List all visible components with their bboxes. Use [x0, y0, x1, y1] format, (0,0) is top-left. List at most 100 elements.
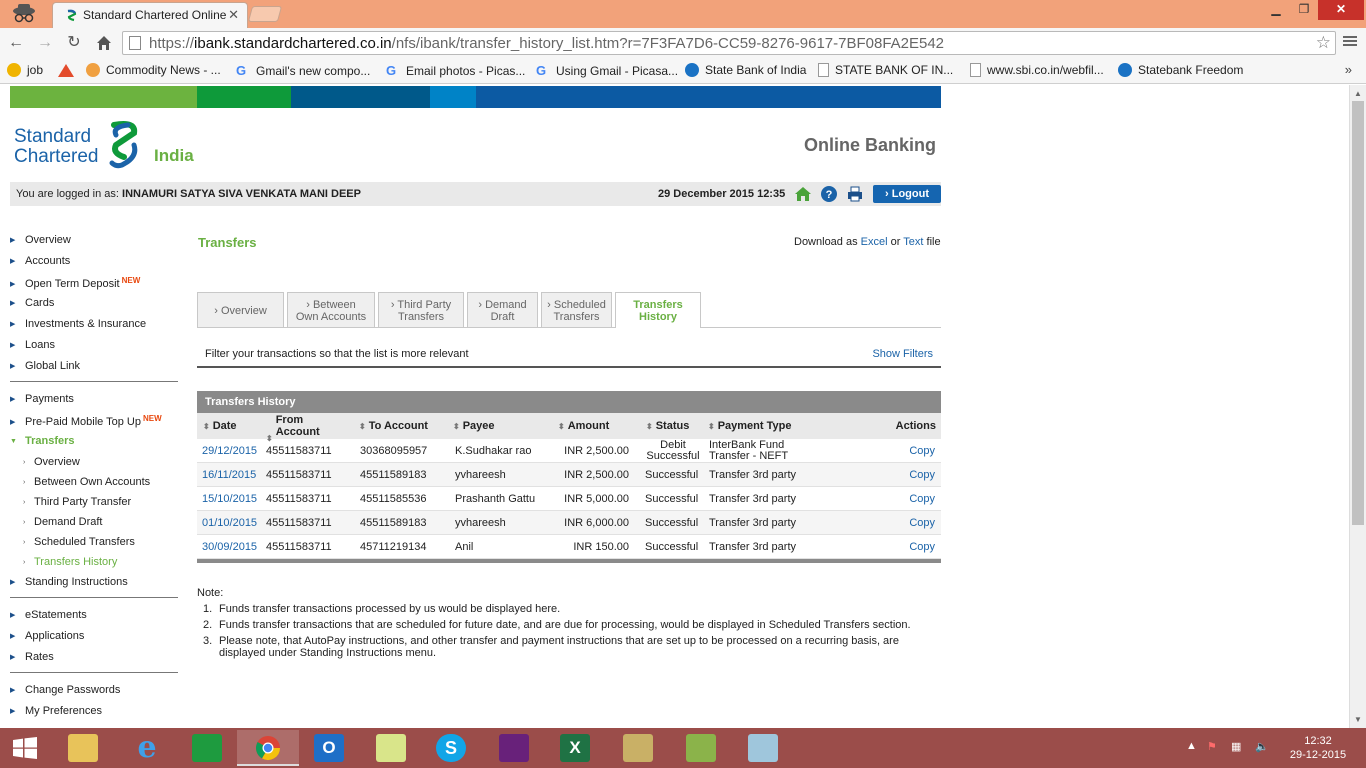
network-icon[interactable]: ▦	[1231, 740, 1241, 753]
nav-accounts[interactable]: ▶ Accounts	[10, 255, 70, 267]
help-icon[interactable]: ?	[820, 185, 838, 203]
download-text-link[interactable]: Text	[903, 236, 923, 248]
nav-third-party-transfer[interactable]: › Third Party Transfer	[23, 496, 131, 508]
logout-button[interactable]: › Logout	[873, 185, 941, 203]
nav-prepaid-mobile-topup[interactable]: ▶ Pre-Paid Mobile Top Up NEW	[10, 414, 162, 428]
row-date-link[interactable]: 01/10/2015	[202, 517, 257, 529]
bookmark-state-bank-of-in[interactable]: STATE BANK OF IN...	[818, 63, 953, 77]
taskbar-sticky-notes[interactable]	[360, 730, 422, 766]
volume-icon[interactable]: 🔈	[1255, 740, 1269, 753]
nav-demand-draft[interactable]: › Demand Draft	[23, 516, 102, 528]
standard-chartered-logo[interactable]: Standard Chartered India	[14, 121, 204, 169]
taskbar-store[interactable]	[176, 730, 238, 766]
row-date-link[interactable]: 16/11/2015	[202, 469, 256, 481]
tab-between-own-accounts[interactable]: › Between Own Accounts	[287, 292, 375, 327]
bookmarks-overflow-button[interactable]: »	[1345, 62, 1352, 77]
home-icon[interactable]	[95, 34, 113, 52]
taskbar-outlook[interactable]: O	[298, 730, 360, 766]
nav-applications[interactable]: ▶ Applications	[10, 630, 84, 642]
taskbar-visual-studio[interactable]	[483, 730, 545, 766]
tab-demand-draft[interactable]: › Demand Draft	[467, 292, 538, 327]
minimize-button[interactable]: ▁	[1262, 0, 1290, 20]
nav-my-preferences[interactable]: ▶ My Preferences	[10, 705, 102, 717]
col-amount[interactable]: ⬍ Amount	[558, 420, 609, 432]
col-actions: Actions	[895, 420, 936, 432]
nav-change-passwords[interactable]: ▶ Change Passwords	[10, 684, 120, 696]
copy-link[interactable]: Copy	[909, 541, 935, 553]
copy-link[interactable]: Copy	[909, 517, 935, 529]
browser-menu-icon[interactable]	[1343, 34, 1357, 50]
nav-between-own-accounts[interactable]: › Between Own Accounts	[23, 476, 150, 488]
taskbar-clipboard[interactable]	[732, 730, 794, 766]
print-icon[interactable]	[846, 185, 864, 203]
new-tab-button[interactable]	[247, 6, 283, 22]
taskbar-internet-explorer[interactable]: e	[116, 730, 178, 766]
nav-transfers-overview[interactable]: › Overview	[23, 456, 80, 468]
nav-payments[interactable]: ▶ Payments	[10, 393, 74, 405]
bookmark-statebank-freedom[interactable]: Statebank Freedom	[1118, 63, 1243, 77]
nav-estatements[interactable]: ▶ eStatements	[10, 609, 87, 621]
row-date-link[interactable]: 29/12/2015	[202, 445, 257, 457]
scroll-down-icon[interactable]: ▼	[1354, 715, 1362, 724]
taskbar-file-explorer[interactable]	[52, 730, 114, 766]
google-icon: G	[236, 63, 247, 78]
bookmark-email-photos[interactable]: G Email photos - Picas...	[386, 63, 525, 78]
nav-overview[interactable]: ▶ Overview	[10, 234, 71, 246]
row-date-link[interactable]: 15/10/2015	[202, 493, 257, 505]
bookmark-commodity-news[interactable]: Commodity News - ...	[86, 63, 221, 77]
address-bar[interactable]: https://ibank.standardchartered.co.in/nf…	[122, 31, 1336, 55]
tab-overview[interactable]: › Overview	[197, 292, 284, 327]
copy-link[interactable]: Copy	[909, 445, 935, 457]
restore-button[interactable]: ❐	[1290, 0, 1318, 20]
col-status[interactable]: ⬍ Status	[646, 420, 689, 432]
nav-open-term-deposit[interactable]: ▶ Open Term Deposit NEW	[10, 276, 140, 290]
taskbar-excel[interactable]: X	[544, 730, 606, 766]
taskbar-chrome[interactable]	[237, 730, 299, 766]
taskbar-tools[interactable]	[607, 730, 669, 766]
col-to-account[interactable]: ⬍ To Account	[359, 420, 428, 432]
nav-transfers-history[interactable]: › Transfers History	[23, 556, 117, 568]
scroll-up-icon[interactable]: ▲	[1354, 89, 1362, 98]
tab-third-party-transfers[interactable]: › Third Party Transfers	[378, 292, 464, 327]
bookmark-using-gmail[interactable]: G Using Gmail - Picasa...	[536, 63, 678, 78]
bookmark-star-icon[interactable]: ☆	[1316, 33, 1331, 53]
page-scrollbar[interactable]: ▲ ▼	[1349, 85, 1366, 728]
tab-close-icon[interactable]: ✕	[228, 7, 239, 23]
system-clock[interactable]: 12:32 29-12-2015	[1287, 734, 1349, 762]
col-payee[interactable]: ⬍ Payee	[453, 420, 495, 432]
tab-transfers-history[interactable]: Transfers History	[615, 292, 701, 328]
taskbar-skype[interactable]: S	[420, 730, 482, 766]
bookmark-job[interactable]: job	[7, 63, 43, 77]
reload-icon[interactable]: ↻	[65, 34, 83, 52]
action-center-icon[interactable]: ⚑	[1207, 740, 1217, 753]
taskbar-notepad[interactable]	[670, 730, 732, 766]
tray-overflow-icon[interactable]: ▲	[1186, 740, 1197, 752]
bookmark-state-bank-of-india[interactable]: State Bank of India	[685, 63, 806, 77]
bookmark-gmail-compose[interactable]: G Gmail's new compo...	[236, 63, 370, 78]
bookmark-triangle[interactable]	[58, 63, 80, 77]
nav-rates[interactable]: ▶ Rates	[10, 651, 54, 663]
back-arrow-icon[interactable]: ←	[7, 34, 25, 52]
col-payment-type[interactable]: ⬍ Payment Type	[708, 420, 791, 432]
windows-start-icon[interactable]	[12, 737, 38, 759]
nav-global-link[interactable]: ▶ Global Link	[10, 360, 80, 372]
nav-cards[interactable]: ▶ Cards	[10, 297, 54, 309]
nav-investments-insurance[interactable]: ▶ Investments & Insurance	[10, 318, 146, 330]
copy-link[interactable]: Copy	[909, 493, 935, 505]
row-date-link[interactable]: 30/09/2015	[202, 541, 257, 553]
download-excel-link[interactable]: Excel	[861, 236, 888, 248]
show-filters-link[interactable]: Show Filters	[872, 348, 933, 360]
tab-scheduled-transfers[interactable]: › Scheduled Transfers	[541, 292, 612, 327]
col-date[interactable]: ⬍ Date	[203, 420, 237, 432]
home-icon[interactable]	[794, 185, 812, 203]
scrollbar-thumb[interactable]	[1352, 101, 1364, 525]
bookmark-sbi-webfiles[interactable]: www.sbi.co.in/webfil...	[970, 63, 1104, 77]
nav-transfers[interactable]: ▼ Transfers	[10, 435, 75, 447]
nav-scheduled-transfers[interactable]: › Scheduled Transfers	[23, 536, 135, 548]
copy-link[interactable]: Copy	[909, 469, 935, 481]
close-window-button[interactable]: ✕	[1318, 0, 1364, 20]
nav-loans[interactable]: ▶ Loans	[10, 339, 55, 351]
browser-tab[interactable]: Standard Chartered Online ✕	[52, 2, 248, 28]
forward-arrow-icon[interactable]: →	[36, 34, 54, 52]
nav-standing-instructions[interactable]: ▶ Standing Instructions	[10, 576, 128, 588]
